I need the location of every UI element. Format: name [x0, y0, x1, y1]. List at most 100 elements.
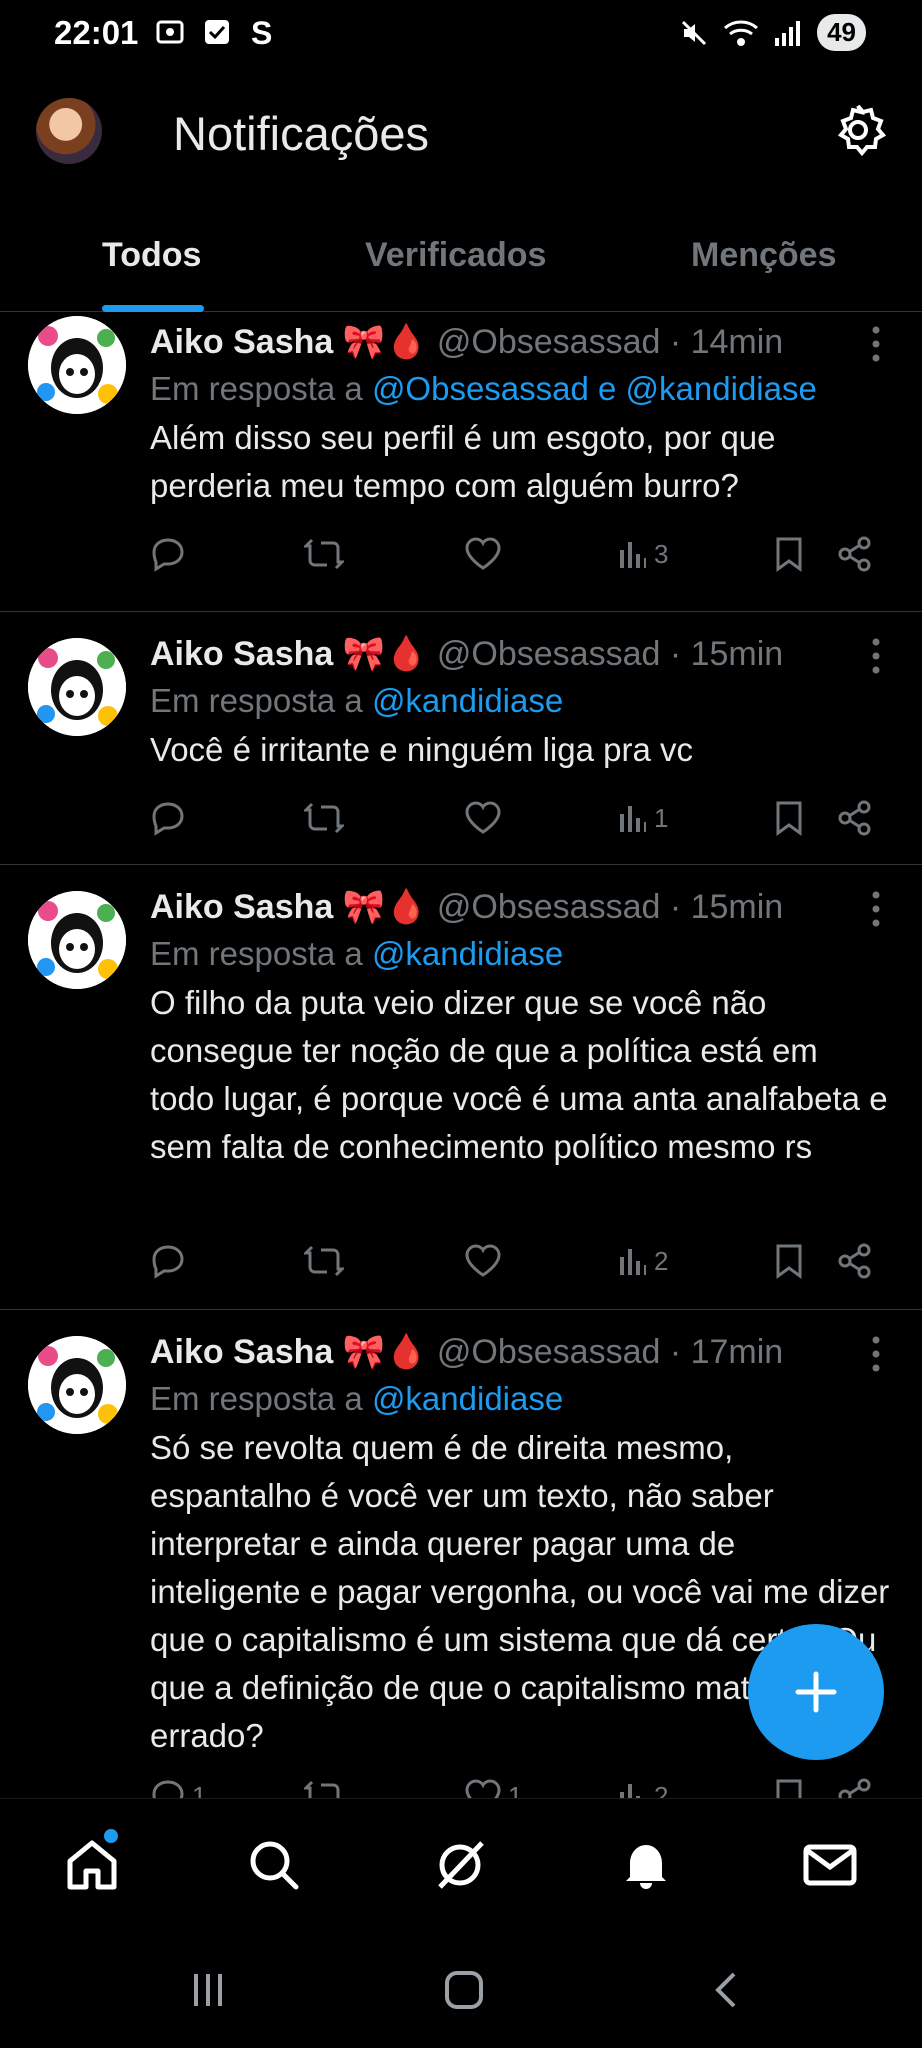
reply-mentions[interactable]: @kandidiase [372, 1380, 563, 1417]
profile-avatar[interactable] [36, 98, 102, 164]
reply-button[interactable] [150, 532, 192, 576]
signal-icon [775, 20, 801, 46]
grok-icon[interactable] [430, 1835, 490, 1895]
tweet-author-name[interactable]: Aiko Sasha 🎀🩸 [150, 635, 427, 673]
views-chart-icon [620, 806, 646, 832]
views-count: 2 [654, 1780, 669, 1799]
heart-icon [465, 1244, 501, 1277]
more-options-icon[interactable] [870, 889, 882, 929]
retweet-button[interactable] [304, 1239, 350, 1283]
reply-mentions[interactable]: @Obsesassad e @kandidiase [372, 370, 817, 407]
bookmark-button[interactable] [774, 796, 804, 840]
like-button[interactable] [464, 796, 508, 840]
check-box-icon [205, 20, 229, 44]
views-button[interactable]: 3 [618, 532, 668, 576]
bookmark-icon [776, 537, 802, 572]
reply-context: Em resposta a @kandidiase [150, 682, 563, 720]
views-chart-icon [620, 542, 646, 568]
tweet-card[interactable]: Aiko Sasha 🎀🩸 @Obsesassad · 15min Em res… [0, 865, 922, 1310]
notifications-bell-icon[interactable] [616, 1835, 676, 1895]
tweet-actions: 2 [150, 1239, 880, 1283]
share-icon [838, 1243, 871, 1279]
tweet-author-name[interactable]: Aiko Sasha 🎀🩸 [150, 888, 427, 926]
tweet-card[interactable]: Aiko Sasha 🎀🩸 @Obsesassad · 14min Em res… [0, 312, 922, 612]
tweet-text: Além disso seu perfil é um esgoto, por q… [150, 419, 776, 504]
bookmark-button[interactable] [774, 1239, 804, 1283]
more-options-icon[interactable] [870, 636, 882, 676]
status-time: 22:01 [54, 14, 139, 51]
reply-button[interactable] [150, 1239, 192, 1283]
tweet-card[interactable]: Aiko Sasha 🎀🩸 @Obsesassad · 15min Em res… [0, 612, 922, 865]
like-button[interactable] [464, 532, 508, 576]
more-options-icon[interactable] [870, 324, 882, 364]
share-button[interactable] [838, 1774, 872, 1798]
status-left-icons: S [155, 16, 275, 48]
reply-icon [152, 1780, 184, 1798]
bookmark-button[interactable] [774, 532, 804, 576]
user-avatar[interactable] [28, 638, 126, 736]
views-button[interactable]: 1 [618, 796, 668, 840]
tweet-actions: 1 [150, 796, 880, 840]
search-icon[interactable] [244, 1835, 304, 1895]
notifications-feed[interactable]: Aiko Sasha 🎀🩸 @Obsesassad · 14min Em res… [0, 312, 922, 1798]
back-icon[interactable] [706, 1970, 746, 2010]
bookmark-icon [776, 1244, 802, 1279]
bookmark-icon [776, 1779, 802, 1798]
user-avatar[interactable] [28, 891, 126, 989]
tweet-header: Aiko Sasha 🎀🩸 @Obsesassad · 15min [150, 887, 783, 927]
reply-button[interactable] [150, 796, 192, 840]
messages-mail-icon[interactable] [800, 1835, 860, 1895]
share-button[interactable] [838, 796, 872, 840]
reply-prefix: Em resposta a [150, 1380, 372, 1417]
tweet-header: Aiko Sasha 🎀🩸 @Obsesassad · 15min [150, 634, 783, 674]
recent-apps-icon[interactable] [188, 1970, 228, 2010]
tab-verificados[interactable]: Verificados [365, 236, 546, 275]
home-system-icon[interactable] [444, 1970, 484, 2010]
like-button[interactable] [464, 1239, 508, 1283]
compose-button[interactable] [748, 1624, 884, 1760]
bottom-navigation [0, 1798, 922, 1932]
share-button[interactable] [838, 532, 872, 576]
tweet-handle-time: @Obsesassad · 15min [436, 635, 784, 673]
screenshot-icon [156, 20, 184, 44]
retweet-icon [304, 802, 344, 834]
tab-todos[interactable]: Todos [102, 236, 201, 275]
reply-mentions[interactable]: @kandidiase [372, 935, 563, 972]
tweet-actions: 3 [150, 532, 880, 576]
share-icon [838, 800, 871, 836]
status-bar: 22:01 S 49 [0, 0, 922, 70]
retweet-button[interactable] [304, 796, 350, 840]
home-icon[interactable] [62, 1835, 122, 1895]
page-title: Notificações [173, 107, 429, 160]
bookmark-icon [776, 801, 802, 836]
views-button[interactable]: 2 [618, 1774, 668, 1798]
reply-context: Em resposta a @Obsesassad e @kandidiase [150, 370, 817, 408]
reply-mentions[interactable]: @kandidiase [372, 682, 563, 719]
retweet-icon [304, 1780, 340, 1798]
views-chart-icon [620, 1784, 640, 1798]
tweet-author-name[interactable]: Aiko Sasha 🎀🩸 [150, 1333, 427, 1371]
views-chart-icon [620, 1249, 646, 1275]
heart-icon [465, 801, 501, 834]
share-button[interactable] [838, 1239, 872, 1283]
tab-mencoes[interactable]: Menções [691, 236, 837, 275]
more-options-icon[interactable] [870, 1334, 882, 1374]
tweet-author-name[interactable]: Aiko Sasha 🎀🩸 [150, 323, 427, 361]
share-icon [838, 1778, 871, 1798]
bookmark-button[interactable] [774, 1774, 804, 1798]
tweet-header: Aiko Sasha 🎀🩸 @Obsesassad · 14min [150, 322, 783, 362]
reply-prefix: Em resposta a [150, 370, 372, 407]
user-avatar[interactable] [28, 316, 126, 414]
reply-prefix: Em resposta a [150, 682, 372, 719]
reply-button[interactable]: 1 [150, 1774, 206, 1798]
wifi-icon [724, 20, 759, 46]
views-button[interactable]: 2 [618, 1239, 668, 1283]
retweet-icon [304, 1245, 344, 1277]
home-notification-dot [104, 1829, 118, 1843]
user-avatar[interactable] [28, 1336, 126, 1434]
settings-gear-icon[interactable] [830, 102, 886, 158]
retweet-button[interactable] [304, 532, 350, 576]
retweet-button[interactable] [304, 1774, 350, 1798]
system-navigation-bar [0, 1932, 922, 2048]
like-button[interactable]: 1 [464, 1774, 522, 1798]
